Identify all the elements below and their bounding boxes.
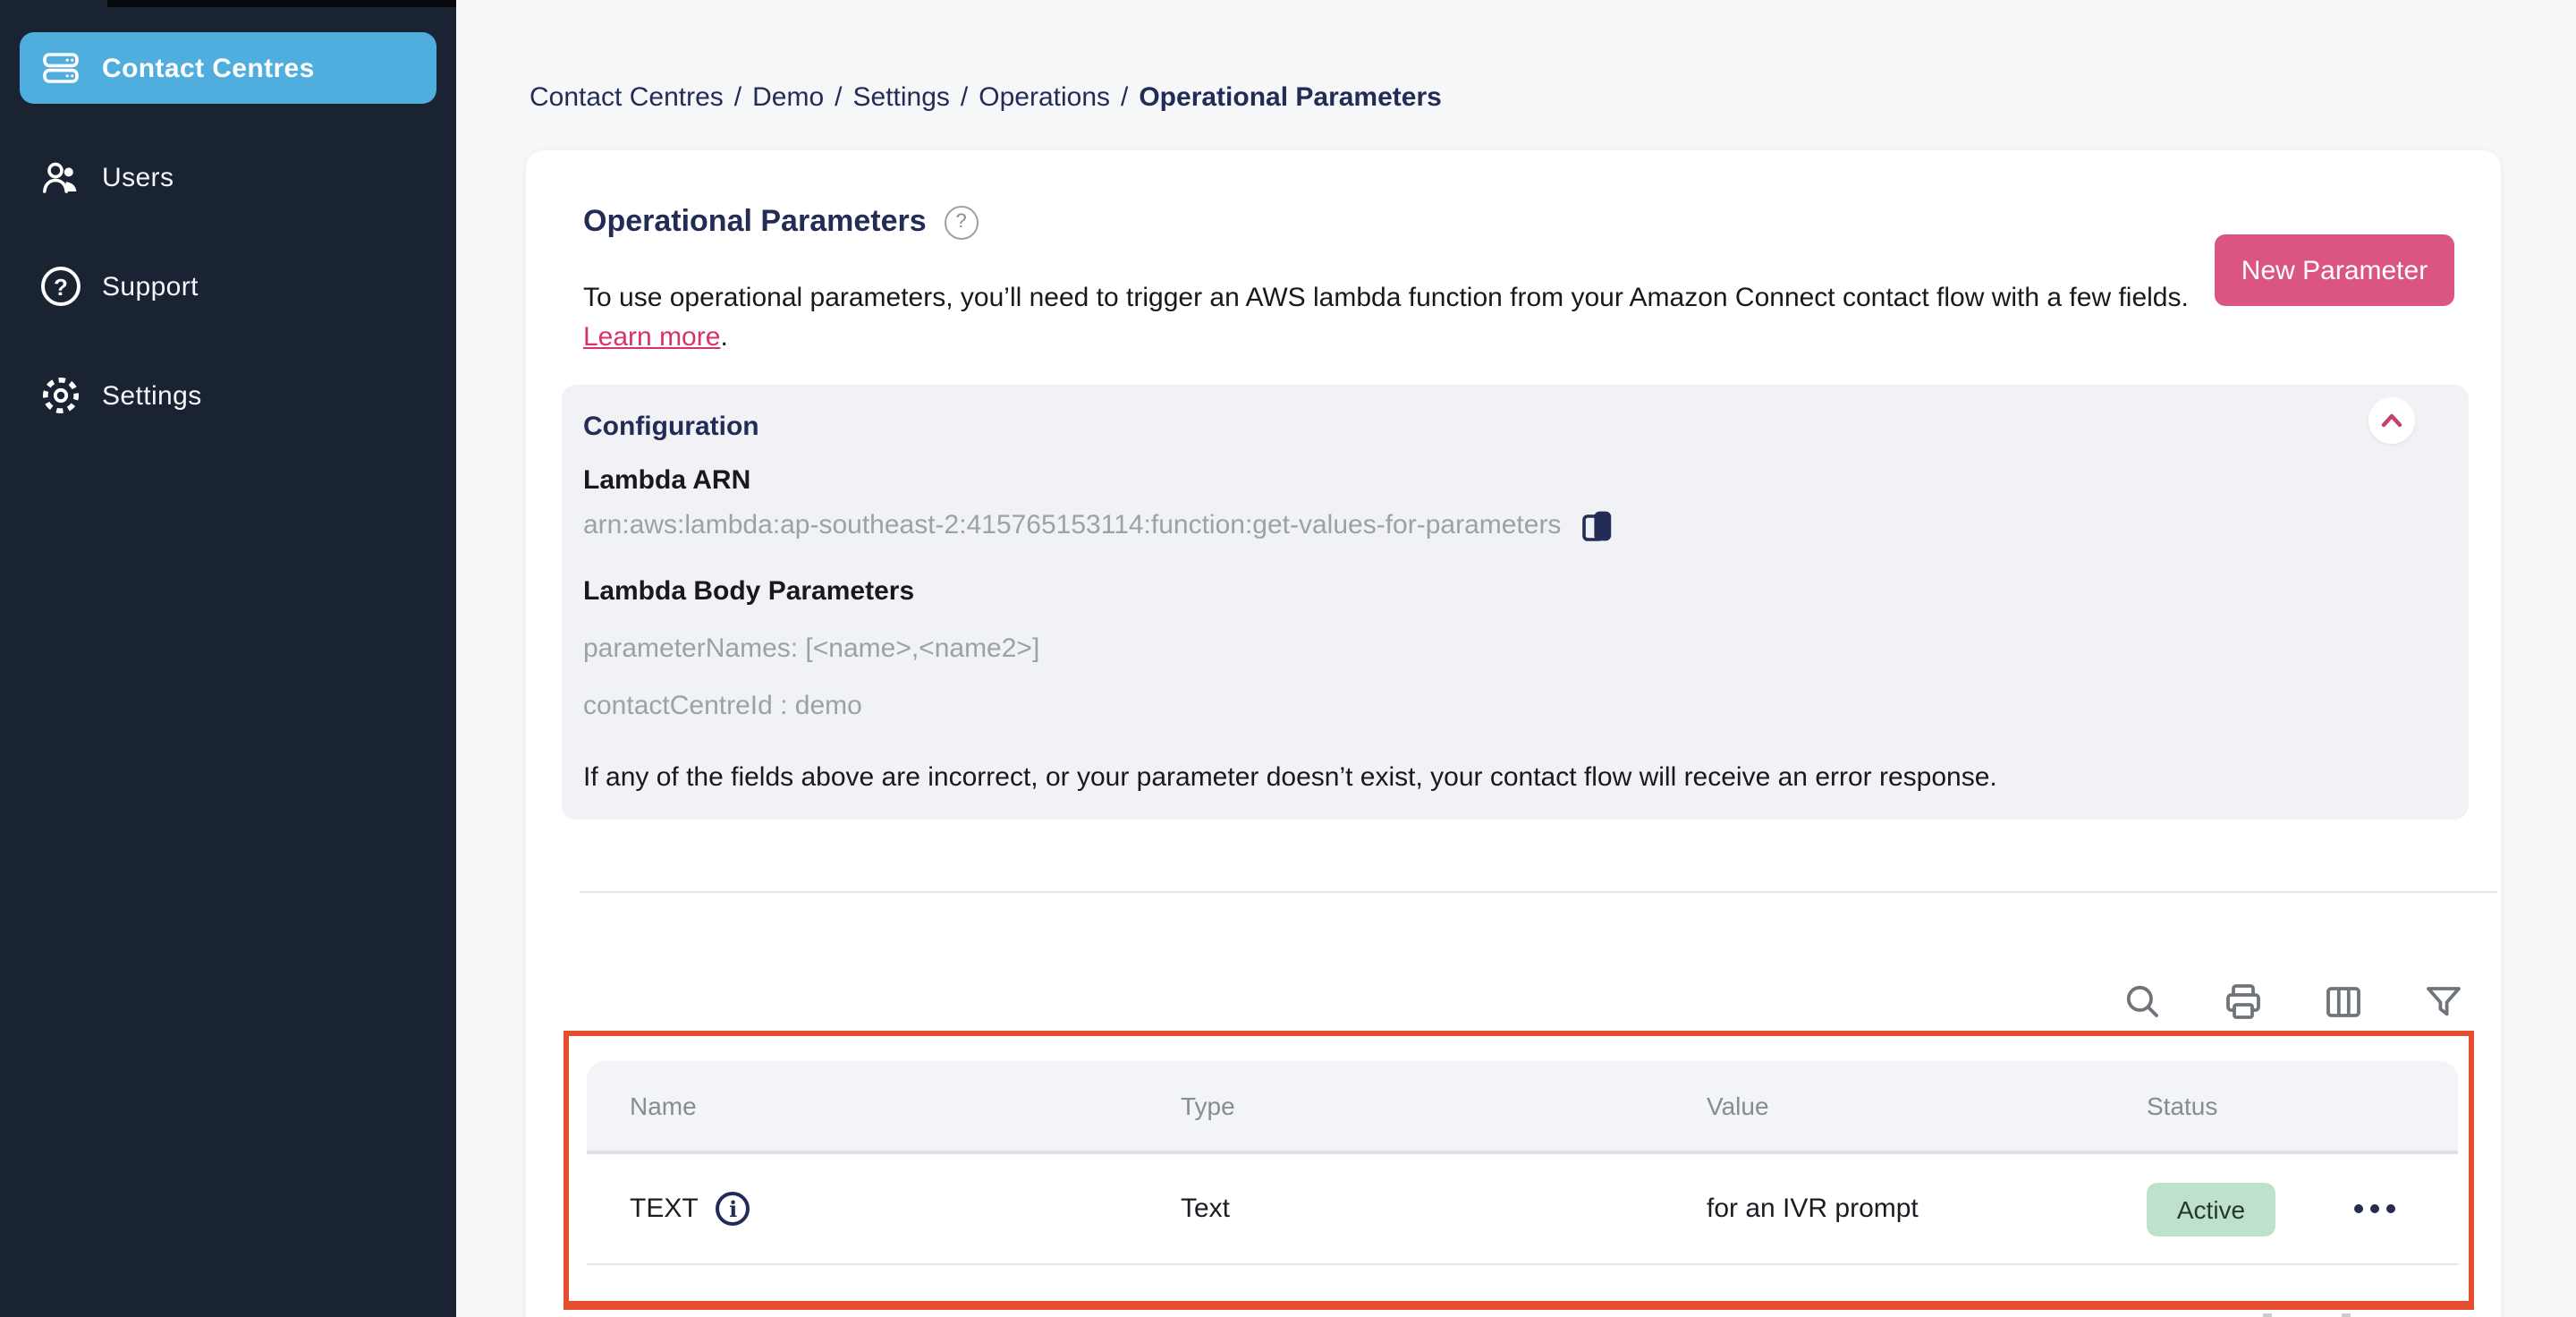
users-icon — [39, 156, 82, 199]
parameters-table: Name Type Value Status TEXT i Text for a… — [587, 1061, 2458, 1301]
breadcrumb-separator: / — [960, 82, 969, 113]
learn-more-link[interactable]: Learn more — [583, 322, 720, 353]
sidebar-item-label: Settings — [102, 380, 202, 411]
collapse-configuration-button[interactable] — [2368, 397, 2415, 444]
description-period: . — [720, 322, 728, 353]
print-icon[interactable] — [2222, 981, 2265, 1024]
sidebar-item-label: Users — [102, 162, 174, 192]
sidebar-item-label: Contact Centres — [102, 53, 315, 83]
section-divider — [580, 891, 2497, 893]
page-title: Operational Parameters — [583, 204, 927, 238]
breadcrumb-current: Operational Parameters — [1139, 82, 1442, 113]
sidebar-item-support[interactable]: ? Support — [20, 251, 436, 322]
filter-icon[interactable] — [2422, 981, 2465, 1024]
new-parameter-button[interactable]: New Parameter — [2215, 234, 2454, 306]
configuration-panel: Configuration Lambda ARN arn:aws:lambda:… — [562, 385, 2469, 820]
parameter-names-line: parameterNames: [<name>,<name2>] — [583, 633, 1040, 664]
column-header-status: Status — [2147, 1092, 2218, 1120]
breadcrumb-demo[interactable]: Demo — [752, 82, 824, 113]
search-icon[interactable] — [2122, 981, 2165, 1024]
sidebar-item-contact-centres[interactable]: Contact Centres — [20, 32, 436, 104]
contact-centres-icon — [39, 47, 82, 89]
page-description: To use operational parameters, you’ll ne… — [583, 279, 2193, 358]
app-window: Contact Centres Users ? Support Settings… — [0, 0, 2576, 1317]
configuration-title: Configuration — [583, 412, 759, 442]
parameter-name: TEXT — [630, 1194, 699, 1224]
parameter-type: Text — [1181, 1194, 1231, 1224]
row-actions-menu[interactable] — [2354, 1204, 2415, 1213]
pagination-mark — [2342, 1313, 2351, 1317]
info-icon[interactable]: i — [716, 1192, 750, 1226]
copy-icon[interactable] — [1579, 506, 1614, 546]
lambda-arn-label: Lambda ARN — [583, 465, 751, 496]
sidebar-item-label: Support — [102, 271, 199, 302]
columns-icon[interactable] — [2322, 981, 2365, 1024]
top-strip — [107, 0, 456, 7]
breadcrumb-contact-centres[interactable]: Contact Centres — [530, 82, 724, 113]
description-text: To use operational parameters, you’ll ne… — [583, 283, 2189, 313]
table-header-row: Name Type Value Status — [587, 1061, 2458, 1154]
lambda-arn-value: arn:aws:lambda:ap-southeast-2:4157651531… — [583, 510, 1562, 540]
table-toolbar — [2122, 981, 2465, 1024]
configuration-warning: If any of the fields above are incorrect… — [583, 762, 1997, 793]
sidebar-item-settings[interactable]: Settings — [20, 360, 436, 431]
breadcrumb: Contact Centres / Demo / Settings / Operations… — [530, 82, 1442, 113]
breadcrumb-operations[interactable]: Operations — [979, 82, 1110, 113]
breadcrumb-separator: / — [835, 82, 843, 113]
breadcrumb-separator: / — [733, 82, 742, 113]
status-badge: Active — [2147, 1182, 2275, 1236]
support-icon: ? — [39, 265, 82, 308]
column-header-type: Type — [1181, 1092, 1235, 1120]
breadcrumb-settings[interactable]: Settings — [853, 82, 950, 113]
column-header-name: Name — [630, 1092, 697, 1120]
settings-icon — [39, 374, 82, 417]
contact-centre-id-line: contactCentreId : demo — [583, 691, 862, 721]
help-icon[interactable]: ? — [944, 205, 979, 239]
parameter-value: for an IVR prompt — [1707, 1194, 1919, 1224]
column-header-value: Value — [1707, 1092, 1769, 1120]
sidebar-item-users[interactable]: Users — [20, 141, 436, 213]
breadcrumb-separator: / — [1121, 82, 1129, 113]
sidebar: Contact Centres Users ? Support Settings — [0, 0, 456, 1317]
lambda-body-parameters-label: Lambda Body Parameters — [583, 576, 915, 607]
table-row[interactable]: TEXT i Text for an IVR prompt Active — [587, 1154, 2458, 1265]
pagination-mark — [2263, 1313, 2272, 1317]
